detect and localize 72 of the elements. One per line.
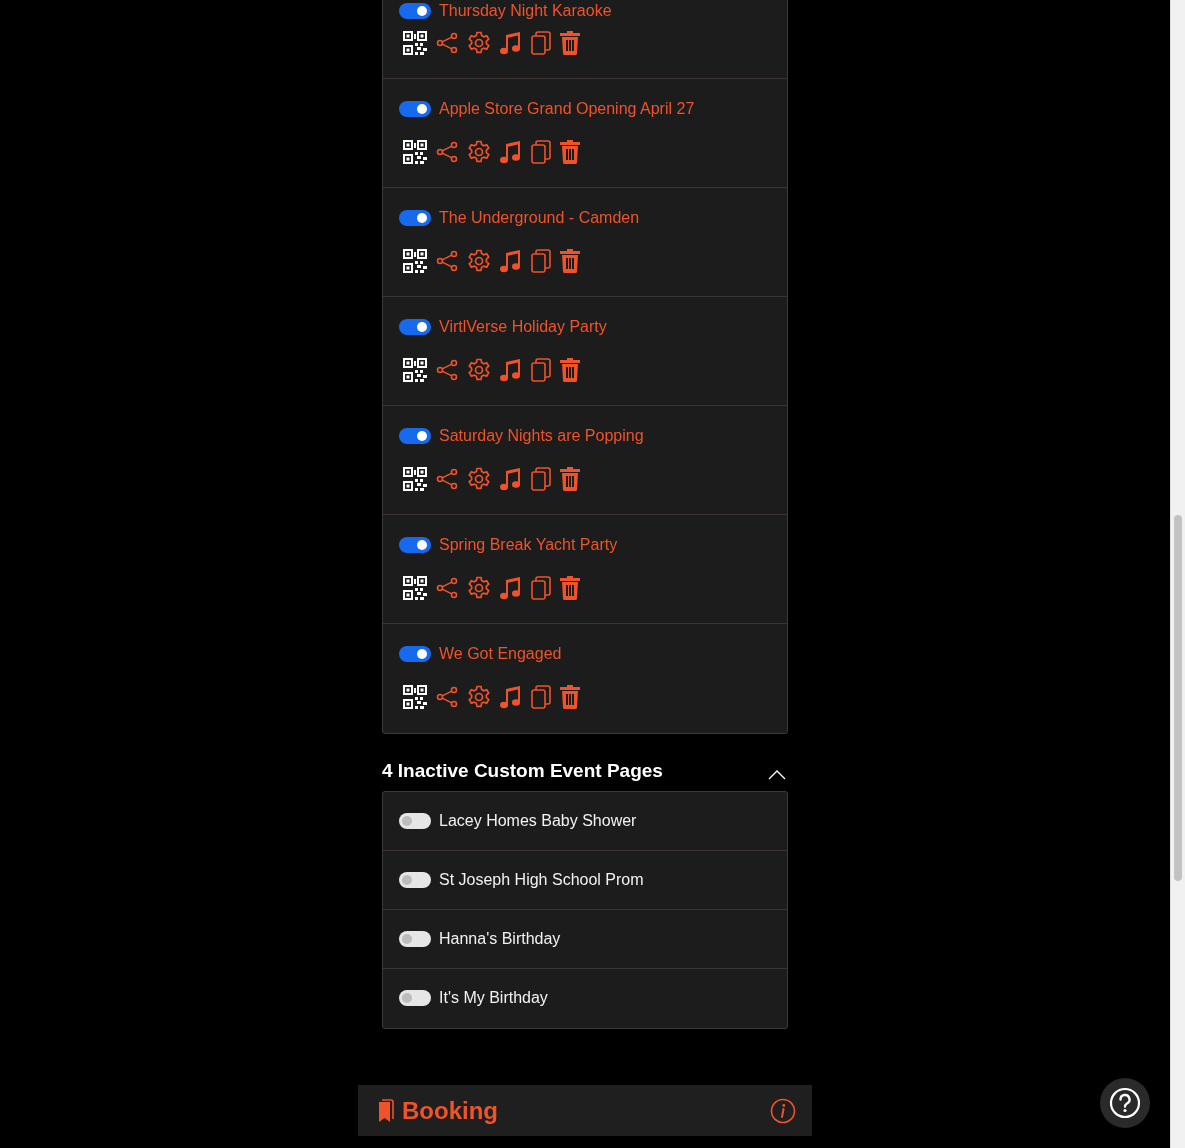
scrollbar[interactable] [1170,0,1185,1148]
event-title[interactable]: Saturday Nights are Popping [439,427,644,445]
qr-code-icon[interactable] [403,576,427,600]
event-title[interactable]: We Got Engaged [439,645,562,663]
toggle-switch[interactable] [399,872,431,888]
settings-icon[interactable] [467,31,491,55]
event-title[interactable]: Hanna's Birthday [439,930,561,948]
copy-icon[interactable] [531,249,551,273]
settings-icon[interactable] [467,140,491,164]
event-title[interactable]: Apple Store Grand Opening April 27 [439,100,695,118]
toggle-switch[interactable] [399,2,431,19]
settings-icon[interactable] [467,358,491,382]
share-icon[interactable] [436,577,458,599]
music-note-icon[interactable] [500,576,522,600]
chevron-icon[interactable] [768,770,786,780]
toggle-switch[interactable] [399,931,431,947]
toggle-switch[interactable] [399,646,431,662]
bookmark-icon [376,1098,394,1123]
copy-icon[interactable] [531,140,551,164]
question-mark-icon [1109,1087,1141,1119]
music-note-icon[interactable] [500,140,522,164]
event-title[interactable]: The Underground - Camden [439,209,640,227]
trash-icon[interactable] [560,467,580,491]
music-note-icon[interactable] [500,685,522,709]
event-title[interactable]: St Joseph High School Prom [439,871,644,889]
copy-icon[interactable] [531,576,551,600]
copy-icon[interactable] [531,685,551,709]
trash-icon[interactable] [560,685,580,709]
music-note-icon[interactable] [500,249,522,273]
qr-code-icon[interactable] [403,467,427,491]
qr-code-icon[interactable] [403,685,427,709]
qr-code-icon[interactable] [403,31,427,55]
toggle-switch[interactable] [399,813,431,829]
toggle-switch[interactable] [399,990,431,1006]
trash-icon[interactable] [560,140,580,164]
booking-title: Booking [402,1096,499,1125]
music-note-icon[interactable] [500,31,522,55]
toggle-switch[interactable] [399,210,431,226]
copy-icon[interactable] [531,358,551,382]
toggle-switch[interactable] [399,537,431,553]
music-note-icon[interactable] [500,358,522,382]
copy-icon[interactable] [531,31,551,55]
qr-code-icon[interactable] [403,358,427,382]
help-button[interactable] [1100,1078,1150,1128]
trash-icon[interactable] [560,31,580,55]
info-icon[interactable] [770,1097,796,1124]
share-icon[interactable] [436,250,458,272]
share-icon[interactable] [436,686,458,708]
share-icon[interactable] [436,359,458,381]
share-icon[interactable] [436,141,458,163]
event-title[interactable]: VirtlVerse Holiday Party [439,318,607,336]
settings-icon[interactable] [467,249,491,273]
settings-icon[interactable] [467,576,491,600]
event-title[interactable]: Spring Break Yacht Party [439,536,618,554]
qr-code-icon[interactable] [403,140,427,164]
toggle-switch[interactable] [399,428,431,444]
trash-icon[interactable] [560,249,580,273]
share-icon[interactable] [436,468,458,490]
qr-code-icon[interactable] [403,249,427,273]
event-title[interactable]: Thursday Night Karaoke [439,1,612,20]
share-icon[interactable] [436,32,458,54]
music-note-icon[interactable] [500,467,522,491]
event-title[interactable]: Lacey Homes Baby Shower [439,812,637,830]
settings-icon[interactable] [467,685,491,709]
section-heading: 4 Inactive Custom Event Pages [382,760,663,782]
settings-icon[interactable] [467,467,491,491]
copy-icon[interactable] [531,467,551,491]
toggle-switch[interactable] [399,101,431,117]
toggle-switch[interactable] [399,319,431,335]
trash-icon[interactable] [560,576,580,600]
trash-icon[interactable] [560,358,580,382]
event-title[interactable]: It's My Birthday [439,989,548,1007]
